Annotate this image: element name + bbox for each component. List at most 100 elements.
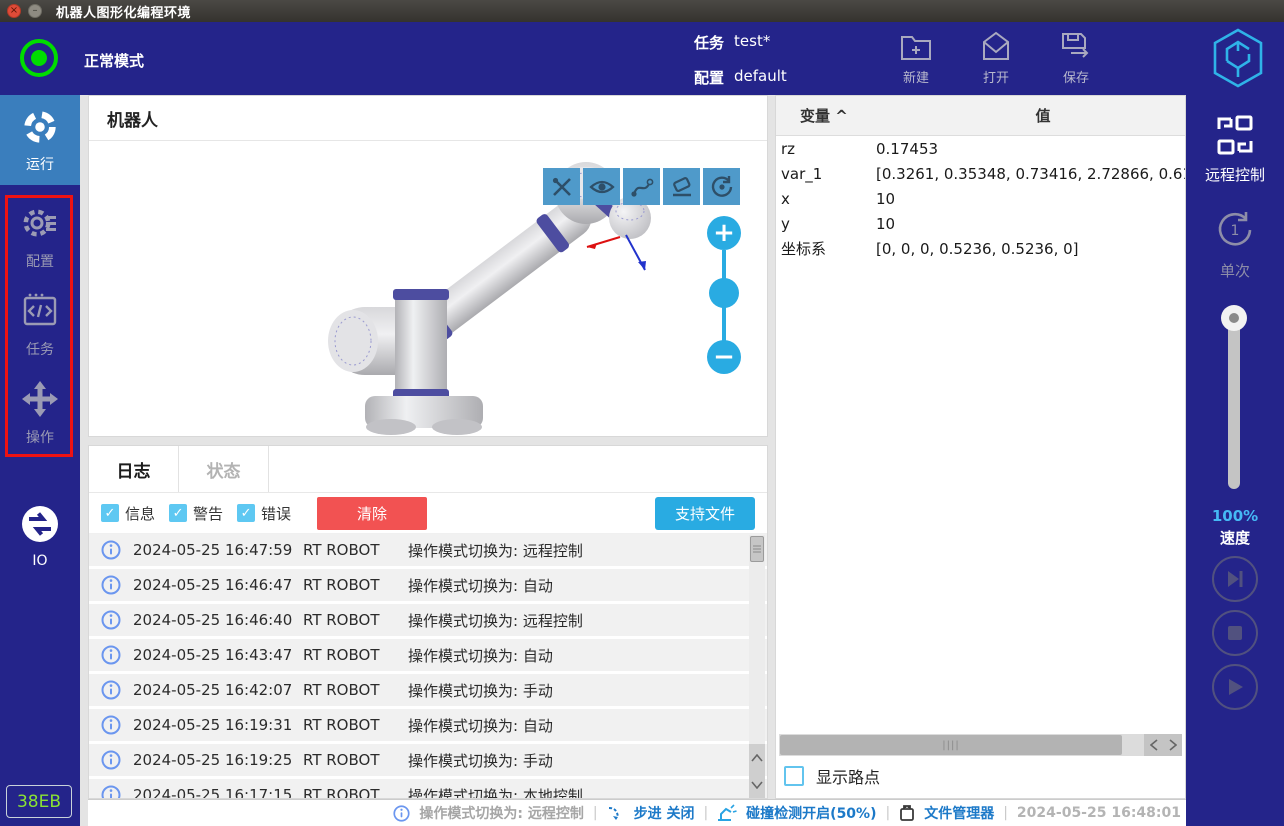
sidebar-item-run[interactable]: 运行 bbox=[0, 95, 80, 185]
log-source: RT ROBOT bbox=[303, 646, 408, 664]
sidebar-item-io[interactable]: IO bbox=[0, 503, 80, 569]
eye-icon[interactable] bbox=[583, 168, 620, 205]
variable-row[interactable]: x10 bbox=[776, 186, 1185, 211]
path-icon[interactable] bbox=[623, 168, 660, 205]
log-time: 2024-05-25 16:19:25 bbox=[133, 751, 303, 769]
task-code-icon bbox=[20, 316, 60, 335]
info-icon bbox=[101, 540, 123, 560]
step-mode-label[interactable]: 步进 关闭 bbox=[634, 803, 695, 823]
show-waypoints-toggle[interactable]: 显示路点 bbox=[784, 764, 880, 788]
waypoints-checkbox-icon[interactable] bbox=[784, 766, 804, 786]
column-variable[interactable]: 变量 ^ bbox=[776, 105, 901, 126]
variables-hscrollbar[interactable]: |||| bbox=[779, 734, 1182, 756]
tools-icon[interactable] bbox=[543, 168, 580, 205]
new-task-icon bbox=[886, 29, 946, 65]
top-header: 正常模式 任务 test* 配置 default 新建 打开 bbox=[0, 22, 1284, 95]
scroll-down-icon[interactable] bbox=[749, 771, 765, 798]
sidebar-item-operate[interactable]: 操作 bbox=[0, 379, 80, 447]
scroll-right-icon[interactable] bbox=[1163, 734, 1182, 756]
variable-row[interactable]: rz0.17453 bbox=[776, 136, 1185, 161]
config-label: 配置 bbox=[694, 67, 724, 88]
speed-label: 速度 bbox=[1186, 527, 1284, 548]
log-row[interactable]: 2024-05-25 16:19:31RT ROBOT操作模式切换为: 自动 bbox=[89, 709, 767, 741]
eraser-icon[interactable] bbox=[663, 168, 700, 205]
play-icon[interactable] bbox=[1212, 664, 1258, 710]
collision-detect-label[interactable]: 碰撞检测开启(50%) bbox=[746, 803, 876, 823]
column-value[interactable]: 值 bbox=[901, 105, 1185, 126]
save-task-button[interactable]: 保存 bbox=[1046, 29, 1106, 86]
scroll-up-icon[interactable] bbox=[749, 744, 765, 771]
brand-cube-logo bbox=[1212, 27, 1264, 93]
step-to-end-icon[interactable] bbox=[1212, 556, 1258, 602]
log-row[interactable]: 2024-05-25 16:19:25RT ROBOT操作模式切换为: 手动 bbox=[89, 744, 767, 776]
stop-icon[interactable] bbox=[1212, 610, 1258, 656]
speed-slider-handle[interactable] bbox=[1221, 305, 1247, 331]
open-task-button[interactable]: 打开 bbox=[966, 29, 1026, 86]
variable-row[interactable]: 坐标系[0, 0, 0, 0.5236, 0.5236, 0] bbox=[776, 236, 1185, 261]
info-icon bbox=[101, 750, 123, 770]
app-window: × – 机器人图形化编程环境 正常模式 任务 test* 配置 default … bbox=[0, 0, 1284, 826]
single-cycle-button[interactable]: 1 单次 bbox=[1186, 207, 1284, 281]
log-filter[interactable]: ✓警告 bbox=[169, 503, 223, 524]
minimize-icon[interactable]: – bbox=[28, 4, 42, 18]
variables-list: rz0.17453var_1[0.3261, 0.35348, 0.73416,… bbox=[776, 136, 1185, 261]
window-titlebar: × – 机器人图形化编程环境 bbox=[0, 0, 1284, 22]
speed-slider-track[interactable] bbox=[1228, 319, 1240, 489]
support-file-button[interactable]: 支持文件 bbox=[655, 497, 755, 530]
remote-control-button[interactable]: 远程控制 bbox=[1186, 113, 1284, 185]
view-toolbar bbox=[543, 168, 740, 205]
log-panel: 日志 状态 ✓信息 ✓警告 ✓错误 清除 支持文件 2024-05-25 16:47… bbox=[88, 445, 768, 799]
variables-header: 变量 ^ 值 bbox=[776, 96, 1185, 136]
log-scrollbar[interactable] bbox=[749, 535, 765, 798]
sidebar-item-task[interactable]: 任务 bbox=[0, 291, 80, 359]
checkbox-checked-icon[interactable]: ✓ bbox=[237, 504, 255, 522]
log-row[interactable]: 2024-05-25 16:42:07RT ROBOT操作模式切换为: 手动 bbox=[89, 674, 767, 706]
hscrollbar-thumb[interactable]: |||| bbox=[780, 735, 1122, 755]
log-source: RT ROBOT bbox=[303, 751, 408, 769]
log-time: 2024-05-25 16:46:47 bbox=[133, 576, 303, 594]
robot-3d-view[interactable]: + − bbox=[89, 141, 767, 435]
variable-row[interactable]: var_1[0.3261, 0.35348, 0.73416, 2.72866,… bbox=[776, 161, 1185, 186]
log-tabs: 日志 状态 bbox=[89, 446, 767, 493]
rotate-reset-icon[interactable] bbox=[703, 168, 740, 205]
log-row[interactable]: 2024-05-25 16:43:47RT ROBOT操作模式切换为: 自动 bbox=[89, 639, 767, 671]
io-swap-icon bbox=[19, 530, 61, 549]
log-filter[interactable]: ✓信息 bbox=[101, 503, 155, 524]
log-scrollbar-thumb[interactable] bbox=[750, 536, 764, 562]
log-row[interactable]: 2024-05-25 16:46:47RT ROBOT操作模式切换为: 自动 bbox=[89, 569, 767, 601]
log-message: 操作模式切换为: 自动 bbox=[408, 715, 553, 736]
variable-name: x bbox=[776, 190, 876, 208]
collision-detect-icon bbox=[717, 804, 737, 822]
log-time: 2024-05-25 16:17:15 bbox=[133, 786, 303, 799]
window-title: 机器人图形化编程环境 bbox=[56, 2, 191, 21]
file-manager-label[interactable]: 文件管理器 bbox=[924, 803, 994, 823]
variables-panel: 变量 ^ 值 rz0.17453var_1[0.3261, 0.35348, 0… bbox=[775, 95, 1186, 799]
sidebar-item-config[interactable]: 配置 bbox=[0, 203, 80, 271]
log-filter[interactable]: ✓错误 bbox=[237, 503, 291, 524]
zoom-in-icon[interactable]: + bbox=[707, 216, 741, 250]
svg-text:1: 1 bbox=[1231, 223, 1240, 239]
log-filter-row: ✓信息 ✓警告 ✓错误 清除 支持文件 bbox=[89, 493, 767, 534]
remote-control-icon bbox=[1213, 142, 1257, 161]
clear-button[interactable]: 清除 bbox=[317, 497, 427, 530]
tab-log[interactable]: 日志 bbox=[89, 446, 179, 492]
new-task-button[interactable]: 新建 bbox=[886, 29, 946, 86]
tab-status[interactable]: 状态 bbox=[179, 446, 269, 492]
variable-row[interactable]: y10 bbox=[776, 211, 1185, 236]
close-icon[interactable]: × bbox=[7, 4, 21, 18]
log-row[interactable]: 2024-05-25 16:47:59RT ROBOT操作模式切换为: 远程控制 bbox=[89, 534, 767, 566]
zoom-slider-handle[interactable] bbox=[709, 278, 739, 308]
variable-value: [0, 0, 0, 0.5236, 0.5236, 0] bbox=[876, 240, 1079, 258]
log-source: RT ROBOT bbox=[303, 576, 408, 594]
open-task-icon bbox=[966, 29, 1026, 65]
scroll-left-icon[interactable] bbox=[1144, 734, 1163, 756]
log-row[interactable]: 2024-05-25 16:46:40RT ROBOT操作模式切换为: 远程控制 bbox=[89, 604, 767, 636]
checkbox-checked-icon[interactable]: ✓ bbox=[169, 504, 187, 522]
zoom-out-icon[interactable]: − bbox=[707, 340, 741, 374]
mode-label: 正常模式 bbox=[84, 50, 144, 71]
task-value: test* bbox=[734, 32, 770, 53]
status-bar: 操作模式切换为: 远程控制 | 步进 关闭 | 碰撞检测开启(50%) | 文件… bbox=[88, 799, 1186, 826]
checkbox-checked-icon[interactable]: ✓ bbox=[101, 504, 119, 522]
info-icon bbox=[101, 610, 123, 630]
log-row[interactable]: 2024-05-25 16:17:15RT ROBOT操作模式切换为: 本地控制 bbox=[89, 779, 767, 799]
